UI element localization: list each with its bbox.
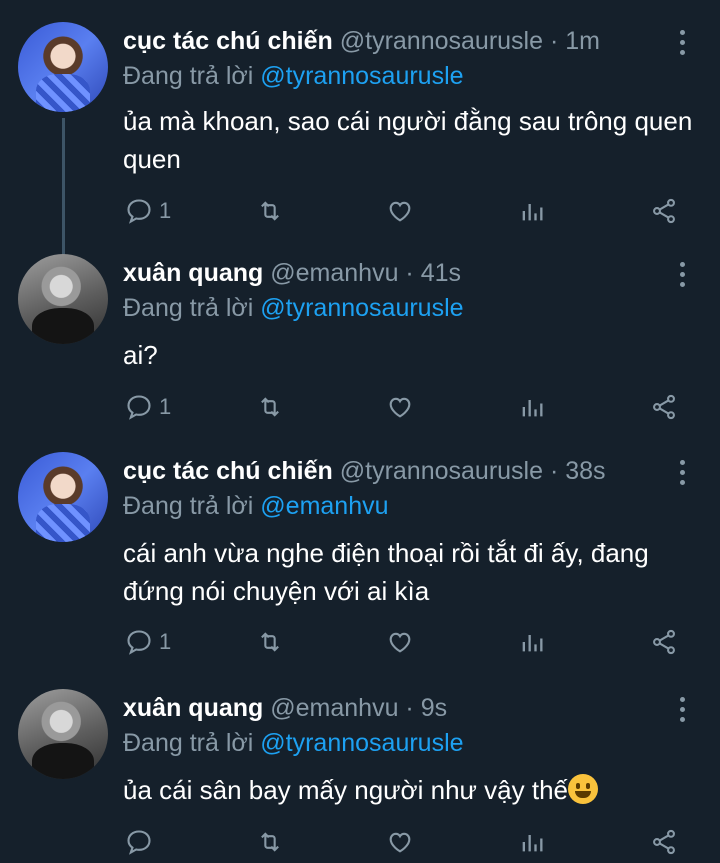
mention-link[interactable]: @tyrannosaurusle <box>260 294 463 322</box>
handle-time[interactable]: @tyrannosaurusle · 1m <box>340 27 600 55</box>
tweet-header: xuân quang @emanhvu · 9s <box>123 694 447 723</box>
share-icon <box>653 198 675 224</box>
tweet-header: cục tác chú chiến @tyrannosaurusle · 1m <box>123 27 600 56</box>
action-bar: 1 <box>0 196 720 226</box>
handle-time[interactable]: @emanhvu · 41s <box>270 259 461 287</box>
mention-link[interactable]: @tyrannosaurusle <box>260 62 463 90</box>
display-name[interactable]: xuân quang <box>123 694 263 722</box>
tweet-text: cái anh vừa nghe điện thoại rồi tắt đi ấ… <box>123 538 649 606</box>
share-icon <box>653 394 675 420</box>
reply-count: 1 <box>159 394 172 419</box>
grinning-emoji <box>567 774 598 804</box>
more-icon[interactable] <box>672 697 692 727</box>
tweet-header: cục tác chú chiến @tyrannosaurusle · 38s <box>123 457 606 486</box>
tweet-header: xuân quang @emanhvu · 41s <box>123 259 461 288</box>
reply-icon <box>127 395 151 420</box>
like-icon <box>389 832 411 853</box>
like-icon <box>389 397 411 418</box>
analytics-button[interactable] <box>518 392 546 422</box>
like-icon <box>389 632 411 653</box>
share-icon <box>653 829 675 855</box>
retweet-button[interactable] <box>256 196 284 226</box>
tweet-text-container: ủa cái sân bay mấy người như vậy thế <box>123 771 693 809</box>
retweet-icon <box>261 201 279 221</box>
more-icon[interactable] <box>672 30 692 60</box>
reply-count: 1 <box>159 198 172 223</box>
avatar[interactable] <box>18 22 108 112</box>
reply-button[interactable]: 1 <box>125 627 171 657</box>
tweet-text: ai? <box>123 340 158 370</box>
action-bar <box>0 827 720 857</box>
retweet-icon <box>261 397 279 417</box>
mention-link[interactable]: @emanhvu <box>260 492 388 520</box>
action-bar: 1 <box>0 627 720 657</box>
avatar[interactable] <box>18 254 108 344</box>
tweet-2[interactable]: xuân quang @emanhvu · 41s Đang trả lời @… <box>0 254 720 434</box>
tweet-text: ủa cái sân bay mấy người như vậy thế <box>123 775 568 805</box>
display-name[interactable]: xuân quang <box>123 259 263 287</box>
avatar[interactable] <box>18 452 108 542</box>
tweet-3[interactable]: cục tác chú chiến @tyrannosaurusle · 38s… <box>0 452 720 662</box>
reply-context: Đang trả lời @emanhvu <box>123 492 389 520</box>
like-button[interactable] <box>386 827 414 857</box>
reply-icon <box>127 830 151 855</box>
like-button[interactable] <box>386 392 414 422</box>
reply-icon <box>127 199 151 224</box>
handle-time[interactable]: @tyrannosaurusle · 38s <box>340 457 606 485</box>
display-name[interactable]: cục tác chú chiến <box>123 457 333 485</box>
share-icon <box>653 629 675 655</box>
share-button[interactable] <box>650 196 678 226</box>
like-button[interactable] <box>386 196 414 226</box>
like-icon <box>389 201 411 222</box>
reply-context: Đang trả lời @tyrannosaurusle <box>123 729 464 757</box>
reply-button[interactable] <box>125 827 159 857</box>
display-name[interactable]: cục tác chú chiến <box>123 27 333 55</box>
action-bar: 1 <box>0 392 720 422</box>
reply-button[interactable]: 1 <box>125 196 171 226</box>
tweet-1[interactable]: cục tác chú chiến @tyrannosaurusle · 1m … <box>0 22 720 258</box>
retweet-button[interactable] <box>256 392 284 422</box>
reply-button[interactable]: 1 <box>125 392 171 422</box>
reply-icon <box>127 630 151 655</box>
mention-link[interactable]: @tyrannosaurusle <box>260 729 463 757</box>
tweet-text: ủa mà khoan, sao cái người đằng sau trôn… <box>123 106 693 174</box>
retweet-button[interactable] <box>256 827 284 857</box>
tweet-4[interactable]: xuân quang @emanhvu · 9s Đang trả lời @t… <box>0 689 720 863</box>
more-icon[interactable] <box>672 262 692 292</box>
handle-time[interactable]: @emanhvu · 9s <box>270 694 447 722</box>
analytics-button[interactable] <box>518 827 546 857</box>
avatar[interactable] <box>18 689 108 779</box>
retweet-button[interactable] <box>256 627 284 657</box>
reply-count: 1 <box>159 629 172 654</box>
share-button[interactable] <box>650 827 678 857</box>
more-icon[interactable] <box>672 460 692 490</box>
analytics-button[interactable] <box>518 196 546 226</box>
retweet-icon <box>261 632 279 652</box>
share-button[interactable] <box>650 627 678 657</box>
analytics-icon <box>522 204 543 221</box>
thread-line <box>62 118 65 258</box>
share-button[interactable] <box>650 392 678 422</box>
analytics-icon <box>522 400 543 417</box>
like-button[interactable] <box>386 627 414 657</box>
analytics-icon <box>522 635 543 652</box>
analytics-button[interactable] <box>518 627 546 657</box>
analytics-icon <box>522 835 543 852</box>
reply-context: Đang trả lời @tyrannosaurusle <box>123 294 464 322</box>
retweet-icon <box>261 832 279 852</box>
reply-context: Đang trả lời @tyrannosaurusle <box>123 62 464 90</box>
